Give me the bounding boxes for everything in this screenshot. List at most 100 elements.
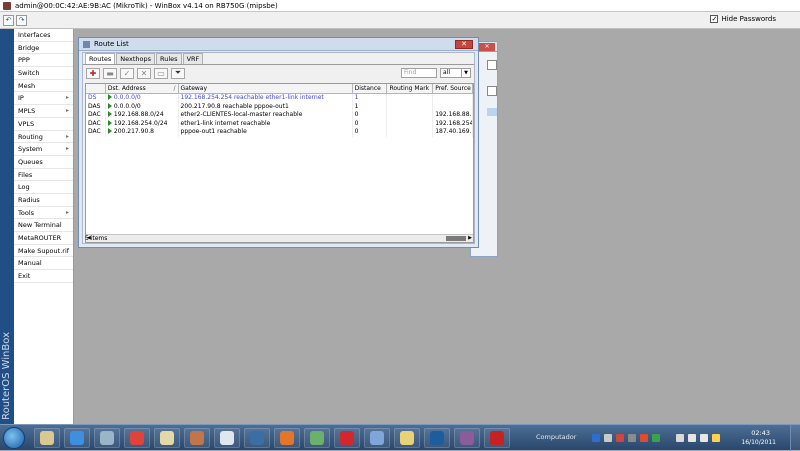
table-cell-text: 200.217.90.8 xyxy=(113,128,154,136)
taskbar-app-windows-explorer[interactable] xyxy=(34,428,60,448)
remove-route-button[interactable]: ▬ xyxy=(103,67,117,79)
sidebar-item-label: Radius xyxy=(18,195,40,204)
sidebar-item-log[interactable]: Log xyxy=(14,181,73,194)
sidebar-item-exit[interactable]: Exit xyxy=(14,270,73,283)
antivirus-icon[interactable] xyxy=(640,434,648,442)
table-row[interactable]: DAC 200.217.90.8 pppoe-out1 reachable 0 187.… xyxy=(86,128,473,137)
scroll-thumb[interactable] xyxy=(446,236,466,241)
taskbar-app-monitor[interactable] xyxy=(244,428,270,448)
taskbar-app-chrome[interactable] xyxy=(124,428,150,448)
flag-icon[interactable] xyxy=(712,434,720,442)
background-window-selection[interactable] xyxy=(487,108,497,116)
table-row[interactable]: DAC 192.168.254.0/24 ether1-link internet … xyxy=(86,119,473,129)
disable-route-button[interactable]: ✕ xyxy=(137,67,151,79)
sidebar-item-vpls[interactable]: VPLS xyxy=(14,118,73,131)
enable-route-button[interactable]: ✓ xyxy=(120,67,134,79)
sidebar-item-routing[interactable]: Routing ▸ xyxy=(14,131,73,144)
column-header[interactable]: Dst. Address / xyxy=(106,84,179,93)
table-row[interactable]: DAS 0.0.0.0/0 200.217.90.8 reachable pppoe… xyxy=(86,102,473,112)
column-header[interactable] xyxy=(86,84,106,93)
background-window-field[interactable] xyxy=(487,60,497,70)
taskbar-app-document[interactable] xyxy=(214,428,240,448)
volume-icon[interactable] xyxy=(700,434,708,442)
table-cell-text: 1 xyxy=(354,94,359,101)
check-icon: ✓ xyxy=(123,68,131,78)
find-input[interactable]: Find xyxy=(401,68,437,78)
tab-routes[interactable]: Routes xyxy=(85,53,116,64)
route-list-titlebar[interactable]: Route List ✕ xyxy=(79,38,478,51)
bluetooth-icon[interactable] xyxy=(592,434,600,442)
comment-route-button[interactable]: ▭ xyxy=(154,67,168,79)
sidebar-item-switch[interactable]: Switch xyxy=(14,67,73,80)
background-window-dropdown[interactable] xyxy=(487,86,497,96)
redo-button[interactable]: ↷ xyxy=(16,14,27,26)
tab-vrf[interactable]: VRF xyxy=(182,53,204,64)
table-cell-flags: DAC xyxy=(86,111,106,120)
taskbar-app-internet-explorer[interactable] xyxy=(64,428,90,448)
sidebar-item-queues[interactable]: Queues xyxy=(14,156,73,169)
hide-passwords-checkbox[interactable]: ✓ xyxy=(710,15,719,23)
sidebar-item-ip[interactable]: IP ▸ xyxy=(14,92,73,106)
route-list-window[interactable]: Route List ✕ Routes Nexthops Rules VRF ✚ ▬ … xyxy=(78,37,479,248)
taskbar-app-firefox[interactable] xyxy=(274,428,300,448)
sidebar-item-metarouter[interactable]: MetaROUTER xyxy=(14,232,73,245)
sidebar-item-tools[interactable]: Tools ▸ xyxy=(14,207,73,220)
tool-icon xyxy=(190,431,204,445)
sidebar-item-radius[interactable]: Radius xyxy=(14,194,73,207)
sidebar-item-interfaces[interactable]: Interfaces xyxy=(14,29,73,42)
security-icon[interactable] xyxy=(616,434,624,442)
table-row[interactable]: DAC 192.168.88.0/24 ether2-CLIENTES-local-… xyxy=(86,111,473,120)
chevron-down-icon[interactable]: ▼ xyxy=(461,69,470,77)
tray-computer-label[interactable]: Computador xyxy=(536,433,576,441)
taskbar-app-tool[interactable] xyxy=(184,428,210,448)
taskbar-app-folder2[interactable] xyxy=(394,428,420,448)
table-cell-text: pppoe-out1 reachable xyxy=(180,128,247,136)
taskbar-app-browser[interactable] xyxy=(364,428,390,448)
tab-nexthops[interactable]: Nexthops xyxy=(116,53,156,64)
monitor-tray-icon[interactable] xyxy=(628,434,636,442)
column-header[interactable]: Routing Mark xyxy=(387,84,434,93)
background-window-close-button[interactable]: ✕ xyxy=(479,43,495,51)
usb-icon[interactable] xyxy=(676,434,684,442)
table-cell-text: 1 xyxy=(354,102,359,110)
sidebar-item-mpls[interactable]: MPLS ▸ xyxy=(14,105,73,118)
taskbar-app-pdf[interactable] xyxy=(484,428,510,448)
sidebar-item-manual[interactable]: Manual xyxy=(14,257,73,271)
undo-button[interactable]: ↶ xyxy=(3,14,14,26)
column-header[interactable]: Pref. Source▼ xyxy=(433,84,473,93)
sidebar-item-files[interactable]: Files xyxy=(14,169,73,182)
document-icon xyxy=(220,431,234,445)
taskbar-app-files[interactable] xyxy=(94,428,120,448)
add-route-button[interactable]: ✚ xyxy=(86,67,100,79)
taskbar-app-opera[interactable] xyxy=(334,428,360,448)
taskbar-app-network[interactable] xyxy=(304,428,330,448)
tray-date[interactable]: 16/10/2011 xyxy=(741,439,776,446)
update-icon[interactable] xyxy=(652,434,660,442)
tray-time[interactable]: 02:43 xyxy=(751,429,770,437)
sidebar-item-bridge[interactable]: Bridge xyxy=(14,42,73,55)
filter-select[interactable]: all ▼ xyxy=(440,68,471,78)
sidebar-item-ppp[interactable]: PPP xyxy=(14,54,73,68)
network-tray-icon[interactable] xyxy=(688,434,696,442)
tab-rules[interactable]: Rules xyxy=(156,53,182,64)
sidebar-item-system[interactable]: System ▸ xyxy=(14,143,73,156)
table-cell-text: 192.168.88.1 xyxy=(435,111,473,119)
device-icon[interactable] xyxy=(604,434,612,442)
hide-passwords-toggle[interactable]: ✓ Hide Passwords xyxy=(710,15,776,23)
show-desktop-button[interactable] xyxy=(790,425,800,451)
taskbar-app-archive[interactable] xyxy=(454,428,480,448)
sidebar-item-mesh[interactable]: Mesh xyxy=(14,80,73,93)
scroll-right-icon[interactable]: ▶ xyxy=(468,235,472,242)
taskbar-app-folder[interactable] xyxy=(154,428,180,448)
taskbar-app-media[interactable] xyxy=(424,428,450,448)
route-list-close-button[interactable]: ✕ xyxy=(455,40,473,49)
start-button[interactable] xyxy=(3,427,25,449)
column-header[interactable]: Gateway xyxy=(179,84,353,93)
column-header[interactable]: Distance xyxy=(353,84,388,93)
horizontal-scrollbar[interactable]: ◀ ▶ xyxy=(86,234,473,242)
filter-button[interactable]: ⏷ xyxy=(171,67,185,79)
table-cell-mark xyxy=(387,94,434,103)
table-row[interactable]: DS 0.0.0.0/0 192.168.254.254 reachable eth… xyxy=(86,94,473,103)
sidebar-item-make-supout-rif[interactable]: Make Supout.rif xyxy=(14,245,73,258)
sidebar-item-new-terminal[interactable]: New Terminal xyxy=(14,219,73,232)
